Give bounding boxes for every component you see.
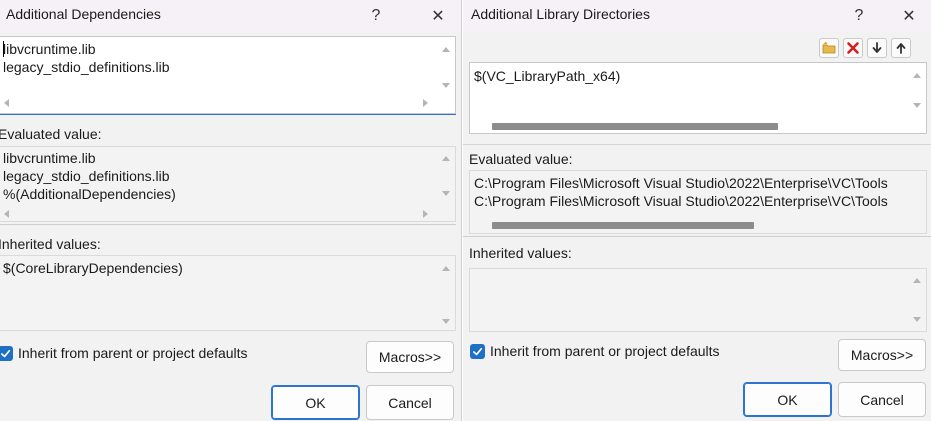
move-up-button[interactable] [891,38,911,58]
evaluated-value-box: C:\Program Files\Microsoft Visual Studio… [469,170,927,234]
checkmark-icon [1,349,11,358]
scroll-right-icon[interactable] [423,210,428,218]
move-up-icon [896,43,906,54]
evaluated-line: C:\Program Files\Microsoft Visual Studio… [474,175,888,191]
separator [463,236,931,237]
scroll-up-icon[interactable] [913,278,921,283]
evaluated-value-box: libvcruntime.lib legacy_stdio_definition… [0,146,456,222]
vertical-scrollbar[interactable] [437,37,455,113]
evaluated-line: %(AdditionalDependencies) [3,186,176,202]
inherited-values-label: Inherited values: [0,236,101,252]
help-button[interactable]: ? [837,0,881,32]
cancel-button[interactable]: Cancel [838,382,926,417]
scroll-up-icon[interactable] [442,156,450,161]
scroll-down-icon[interactable] [913,103,921,108]
new-folder-button[interactable] [819,38,839,58]
evaluated-line: legacy_stdio_definitions.lib [3,168,170,184]
additional-library-directories-dialog: Additional Library Directories ? ✕ $(VC_… [463,0,931,421]
library-directories-editor[interactable]: $(VC_LibraryPath_x64) [469,62,927,134]
inherit-checkbox[interactable] [470,344,485,359]
title-bar: Additional Library Directories ? ✕ [463,0,931,32]
editor-line: libvcruntime.lib [3,41,96,57]
vertical-scrollbar[interactable] [908,269,926,331]
macros-button[interactable]: Macros>> [366,341,454,373]
vertical-scrollbar[interactable] [437,256,455,330]
checkmark-icon [473,347,483,356]
scroll-left-icon[interactable] [4,210,9,218]
macros-button[interactable]: Macros>> [838,339,926,371]
inherited-values-box [469,268,927,332]
separator [0,224,456,225]
ok-button[interactable]: OK [271,385,360,420]
scroll-down-icon[interactable] [913,317,921,322]
title-bar: Additional Dependencies ? ✕ [0,0,461,32]
vertical-scrollbar[interactable] [908,63,926,133]
inherit-checkbox-label[interactable]: Inherit from parent or project defaults [18,345,248,361]
move-down-button[interactable] [867,38,887,58]
editor-focus-underline [0,114,456,115]
close-button[interactable]: ✕ [887,0,931,32]
scroll-up-icon[interactable] [442,47,450,52]
evaluated-line: libvcruntime.lib [3,150,96,166]
dialog-title: Additional Library Directories [471,6,650,22]
scroll-right-icon[interactable] [423,99,428,107]
inherited-values-box: $(CoreLibraryDependencies) [0,255,456,331]
help-button[interactable]: ? [354,0,398,32]
close-button[interactable]: ✕ [416,0,460,32]
scroll-down-icon[interactable] [442,319,450,324]
horizontal-scrollbar-thumb[interactable] [492,222,754,229]
delete-icon [847,42,859,54]
scroll-up-icon[interactable] [442,266,450,271]
evaluated-line: C:\Program Files\Microsoft Visual Studio… [474,193,888,209]
inherited-line: $(CoreLibraryDependencies) [3,260,183,276]
scroll-down-icon[interactable] [442,83,450,88]
editor-line: legacy_stdio_definitions.lib [3,59,170,75]
evaluated-value-label: Evaluated value: [0,126,102,142]
editor-line: $(VC_LibraryPath_x64) [474,68,621,84]
scroll-up-icon[interactable] [913,73,921,78]
cancel-button[interactable]: Cancel [366,385,454,420]
dependencies-editor[interactable]: libvcruntime.lib legacy_stdio_definition… [0,36,456,114]
inherit-checkbox-label[interactable]: Inherit from parent or project defaults [490,343,720,359]
vertical-scrollbar[interactable] [437,147,455,221]
separator [463,144,931,145]
move-down-icon [872,42,882,53]
scroll-left-icon[interactable] [4,99,9,107]
scroll-down-icon[interactable] [442,191,450,196]
dialog-title: Additional Dependencies [6,6,161,22]
horizontal-scrollbar-thumb[interactable] [492,123,778,130]
ok-button[interactable]: OK [743,382,832,417]
additional-dependencies-dialog: Additional Dependencies ? ✕ libvcruntime… [0,0,462,421]
inherited-values-label: Inherited values: [469,245,572,261]
evaluated-value-label: Evaluated value: [469,151,573,167]
new-folder-icon [822,41,836,54]
delete-button[interactable] [843,38,863,58]
inherit-checkbox[interactable] [0,346,13,361]
